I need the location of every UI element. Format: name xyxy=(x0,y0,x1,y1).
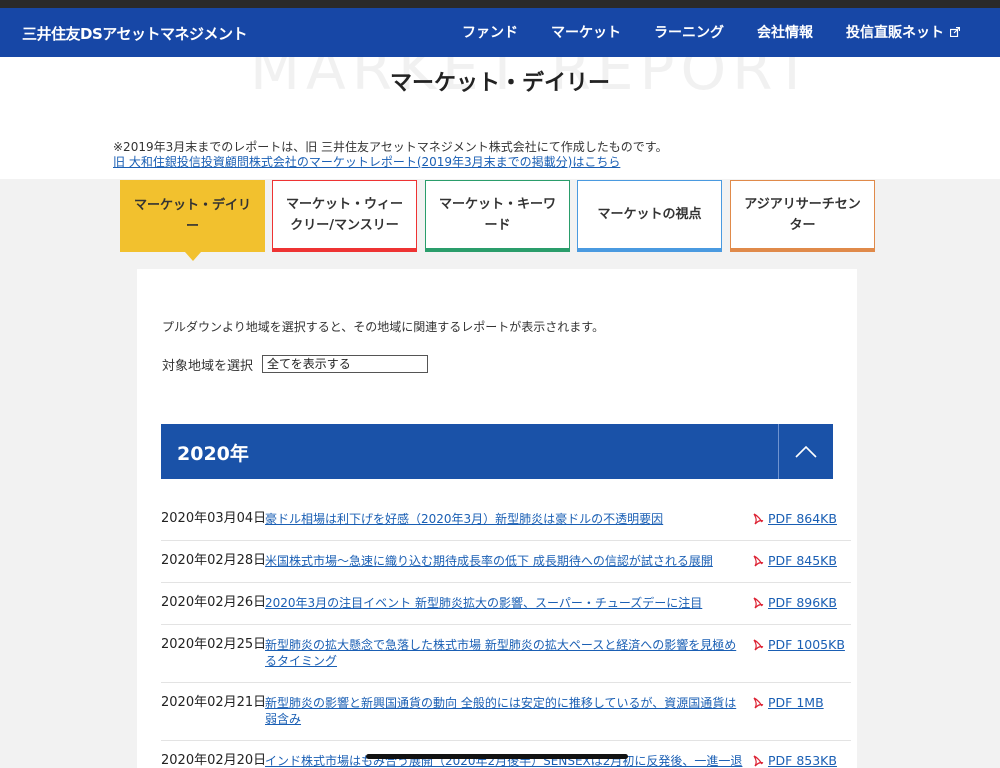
tab-market-weekly-monthly[interactable]: マーケット・ウィークリー/マンスリー xyxy=(272,180,417,252)
tab-label: マーケット・ウィークリー/マンスリー xyxy=(285,196,403,233)
nav-direct-sales[interactable]: 投信直販ネット xyxy=(846,22,960,42)
collapse-button[interactable] xyxy=(778,424,833,479)
tab-market-keyword[interactable]: マーケット・キーワード xyxy=(425,180,570,252)
home-indicator xyxy=(366,754,628,759)
report-title-link[interactable]: 新型肺炎の拡大懸念で急落した株式市場 新型肺炎の拡大ペースと経済への影響を見極め… xyxy=(265,637,752,669)
pdf-download-link[interactable]: PDF 845KB xyxy=(752,553,837,569)
year-label: 2020年 xyxy=(177,443,249,465)
table-row: 2020年02月21日 新型肺炎の影響と新興国通貨の動向 全般的には安定的に推移… xyxy=(161,683,851,741)
report-tabs: マーケット・デイリー マーケット・ウィークリー/マンスリー マーケット・キーワー… xyxy=(120,180,875,261)
active-tab-pointer xyxy=(185,252,201,261)
external-link-icon xyxy=(950,27,960,37)
pdf-size: PDF 864KB xyxy=(768,511,837,526)
company-logo[interactable]: 三井住友DSアセットマネジメント xyxy=(22,23,247,44)
chevron-up-icon xyxy=(795,445,817,458)
report-date: 2020年02月25日 xyxy=(161,637,267,652)
pdf-size: PDF 845KB xyxy=(768,553,837,568)
year-section-header: 2020年 xyxy=(161,424,833,479)
tab-asia-research[interactable]: アジアリサーチセンター xyxy=(730,180,875,252)
tab-label: アジアリサーチセンター xyxy=(744,196,861,233)
tab-label: マーケット・デイリー xyxy=(133,198,251,234)
table-row: 2020年02月28日 米国株式市場～急速に織り込む期待成長率の低下 成長期待へ… xyxy=(161,541,851,583)
window-top-strip xyxy=(0,0,1000,8)
region-select-label: 対象地域を選択 xyxy=(162,359,254,374)
nav-fund[interactable]: ファンド xyxy=(462,22,518,42)
table-row: 2020年03月04日 豪ドル相場は利下げを好感（2020年3月）新型肺炎は豪ド… xyxy=(161,499,851,541)
tab-label: マーケット・キーワード xyxy=(438,196,556,233)
pdf-download-link[interactable]: PDF 1005KB xyxy=(752,637,845,669)
tab-market-viewpoint[interactable]: マーケットの視点 xyxy=(577,180,722,252)
report-date: 2020年02月26日 xyxy=(161,595,267,610)
filter-instruction: プルダウンより地域を選択すると、その地域に関連するレポートが表示されます。 xyxy=(162,320,605,334)
pdf-icon xyxy=(753,513,764,525)
pdf-icon xyxy=(753,555,764,567)
nav-learning[interactable]: ラーニング xyxy=(654,22,724,42)
site-header: 三井住友DSアセットマネジメント ファンド マーケット ラーニング 会社情報 投… xyxy=(0,8,1000,57)
pdf-icon xyxy=(753,597,764,609)
reports-panel: プルダウンより地域を選択すると、その地域に関連するレポートが表示されます。 対象… xyxy=(137,269,857,768)
nav-company[interactable]: 会社情報 xyxy=(757,22,813,42)
pdf-download-link[interactable]: PDF 853KB xyxy=(752,753,837,768)
nav-direct-sales-label: 投信直販ネット xyxy=(846,25,944,41)
tab-market-daily[interactable]: マーケット・デイリー xyxy=(120,180,265,252)
report-list: 2020年03月04日 豪ドル相場は利下げを好感（2020年3月）新型肺炎は豪ド… xyxy=(161,499,851,768)
nav-market[interactable]: マーケット xyxy=(551,22,621,42)
archive-notice: ※2019年3月末までのレポートは、旧 三井住友アセットマネジメント株式会社にて… xyxy=(113,140,668,170)
region-select[interactable]: 全てを表示する xyxy=(262,355,428,373)
pdf-download-link[interactable]: PDF 1MB xyxy=(752,695,824,727)
report-date: 2020年02月28日 xyxy=(161,553,267,568)
pdf-download-link[interactable]: PDF 896KB xyxy=(752,595,837,611)
pdf-icon xyxy=(753,755,764,767)
pdf-size: PDF 1MB xyxy=(768,695,824,710)
pdf-icon xyxy=(753,639,764,651)
report-title-link[interactable]: 豪ドル相場は利下げを好感（2020年3月）新型肺炎は豪ドルの不透明要因 xyxy=(265,511,752,527)
tab-label: マーケットの視点 xyxy=(597,207,702,222)
report-title-link[interactable]: 米国株式市場～急速に織り込む期待成長率の低下 成長期待への信認が試される展開 xyxy=(265,553,752,569)
archive-link[interactable]: 旧 大和住銀投信投資顧問株式会社のマーケットレポート(2019年3月末までの掲載… xyxy=(113,155,620,169)
report-date: 2020年02月20日 xyxy=(161,753,267,768)
page-title: マーケット・デイリー xyxy=(389,71,610,96)
pdf-size: PDF 1005KB xyxy=(768,637,845,652)
main-nav: ファンド マーケット ラーニング 会社情報 投信直販ネット xyxy=(429,22,960,42)
report-title-link[interactable]: 2020年3月の注目イベント 新型肺炎拡大の影響、スーパー・チューズデーに注目 xyxy=(265,595,752,611)
report-date: 2020年02月21日 xyxy=(161,695,267,710)
report-title-link[interactable]: 新型肺炎の影響と新興国通貨の動向 全般的には安定的に推移しているが、資源国通貨は… xyxy=(265,695,752,727)
pdf-size: PDF 853KB xyxy=(768,753,837,768)
notice-text: ※2019年3月末までのレポートは、旧 三井住友アセットマネジメント株式会社にて… xyxy=(113,140,668,154)
pdf-size: PDF 896KB xyxy=(768,595,837,610)
report-date: 2020年03月04日 xyxy=(161,511,267,526)
pdf-icon xyxy=(753,697,764,709)
pdf-download-link[interactable]: PDF 864KB xyxy=(752,511,837,527)
table-row: 2020年02月26日 2020年3月の注目イベント 新型肺炎拡大の影響、スーパ… xyxy=(161,583,851,625)
table-row: 2020年02月25日 新型肺炎の拡大懸念で急落した株式市場 新型肺炎の拡大ペー… xyxy=(161,625,851,683)
